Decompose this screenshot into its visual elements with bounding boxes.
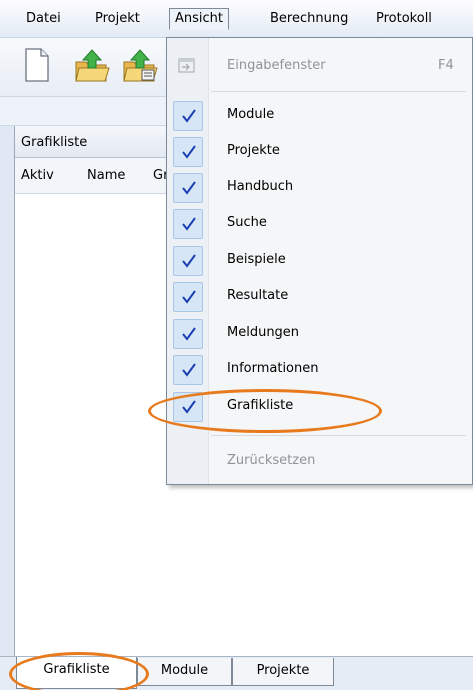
open-project-icon <box>123 49 158 82</box>
checkmark-icon <box>173 173 203 203</box>
bottom-tab-bar: Grafikliste Module Projekte <box>0 656 473 690</box>
tab-projekte[interactable]: Projekte <box>232 658 334 686</box>
menu-item-label: Handbuch <box>227 179 294 194</box>
menu-protokoll[interactable]: Protokoll <box>370 8 438 30</box>
column-header-name[interactable]: Name <box>87 168 125 183</box>
menu-item-handbuch[interactable]: Handbuch <box>167 170 472 206</box>
menu-item-label: Informationen <box>227 361 319 376</box>
menu-item-beispiele[interactable]: Beispiele <box>167 243 472 279</box>
menu-item-zuruecksetzen[interactable]: Zurücksetzen <box>167 444 472 480</box>
checkmark-icon <box>173 355 203 385</box>
checkmark-icon <box>173 101 203 131</box>
open-folder-icon <box>75 49 110 82</box>
tab-grafikliste[interactable]: Grafikliste <box>16 657 137 689</box>
checkmark-icon <box>173 319 203 349</box>
checkmark-icon <box>173 282 203 312</box>
menu-item-label: Meldungen <box>227 325 300 340</box>
menu-berechnung[interactable]: Berechnung <box>264 8 354 30</box>
menu-ansicht[interactable]: Ansicht <box>169 8 230 30</box>
tab-module[interactable]: Module <box>137 658 232 686</box>
ansicht-dropdown-menu: Eingabefenster F4 Module Projekte Handbu… <box>166 37 473 485</box>
menu-item-grafikliste[interactable]: Grafikliste <box>167 389 472 425</box>
menu-item-resultate[interactable]: Resultate <box>167 279 472 315</box>
menu-item-label: Suche <box>227 215 267 230</box>
menu-item-label: Resultate <box>227 288 289 303</box>
menu-item-meldungen[interactable]: Meldungen <box>167 316 472 352</box>
menu-item-module[interactable]: Module <box>167 98 472 134</box>
menu-separator <box>211 435 466 436</box>
menu-item-label: Zurücksetzen <box>227 453 316 468</box>
new-document-button[interactable] <box>24 48 58 86</box>
menu-item-informationen[interactable]: Informationen <box>167 352 472 388</box>
new-document-icon <box>25 48 49 82</box>
menu-item-label: Eingabefenster <box>227 58 326 73</box>
menu-bar: Datei Projekt Ansicht Berechnung Protoko… <box>0 0 473 38</box>
input-window-icon <box>178 58 195 73</box>
checkmark-icon <box>173 137 203 167</box>
menu-datei[interactable]: Datei <box>20 8 67 30</box>
menu-item-label: Grafikliste <box>227 398 294 413</box>
checkmark-icon <box>173 392 203 422</box>
open-folder-button[interactable] <box>74 48 110 86</box>
menu-item-projekte[interactable]: Projekte <box>167 134 472 170</box>
shortcut-f4: F4 <box>438 58 454 73</box>
menu-item-label: Projekte <box>227 143 280 158</box>
menu-item-label: Module <box>227 107 275 122</box>
menu-item-suche[interactable]: Suche <box>167 206 472 242</box>
column-header-aktiv[interactable]: Aktiv <box>21 168 54 183</box>
menu-separator <box>211 91 466 92</box>
menu-item-eingabefenster[interactable]: Eingabefenster F4 <box>167 49 472 85</box>
open-project-button[interactable] <box>122 48 158 86</box>
checkmark-icon <box>173 246 203 276</box>
menu-projekt[interactable]: Projekt <box>89 8 146 30</box>
menu-item-label: Beispiele <box>227 252 286 267</box>
checkmark-icon <box>173 209 203 239</box>
